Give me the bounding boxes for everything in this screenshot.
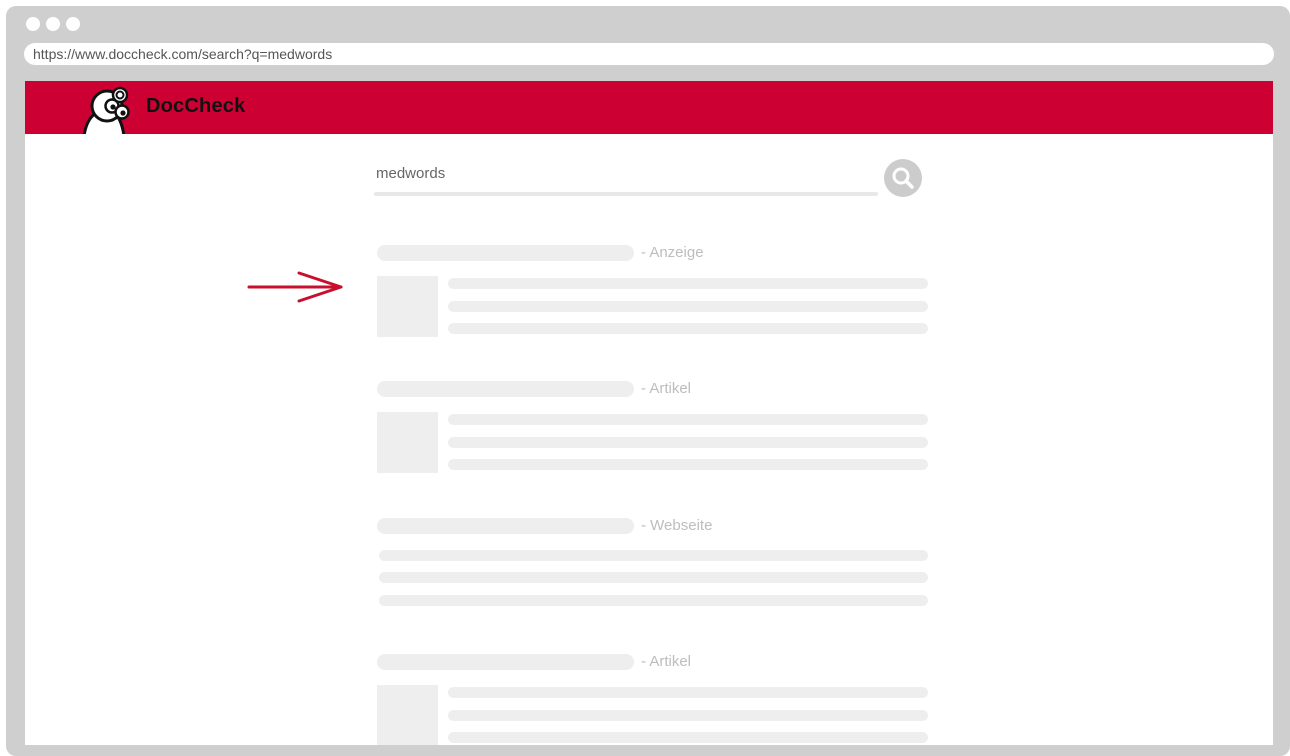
result-text-line — [448, 437, 928, 448]
result-text-line — [379, 572, 928, 583]
search-icon — [892, 167, 914, 189]
result-type-label: - Artikel — [641, 380, 692, 397]
result-title-placeholder[interactable] — [377, 654, 634, 670]
result-title-placeholder[interactable] — [377, 518, 634, 534]
brand-name[interactable]: DocCheck — [146, 95, 245, 118]
doccheck-mascot-icon[interactable] — [80, 86, 140, 134]
search-input-underline — [374, 192, 878, 196]
page-viewport: DocCheck - Anzeige — [25, 81, 1273, 745]
result-text-line — [448, 323, 928, 334]
search-button[interactable] — [884, 159, 922, 197]
result-text-line — [448, 710, 928, 721]
result-thumbnail[interactable] — [377, 412, 438, 473]
window-dot-maximize[interactable] — [66, 17, 80, 31]
window-controls — [26, 17, 80, 31]
result-type-label: - Webseite — [641, 517, 713, 534]
result-type-label: - Anzeige — [641, 244, 704, 261]
result-text-line — [448, 459, 928, 470]
result-text-line — [448, 732, 928, 743]
result-title-placeholder[interactable] — [377, 381, 634, 397]
result-thumbnail[interactable] — [377, 685, 438, 745]
result-title-placeholder[interactable] — [377, 245, 634, 261]
search-area — [374, 159, 924, 199]
address-bar[interactable]: https://www.doccheck.com/search?q=medwor… — [24, 43, 1274, 65]
result-text-line — [448, 687, 928, 698]
search-input[interactable] — [374, 159, 880, 187]
window-dot-minimize[interactable] — [46, 17, 60, 31]
result-thumbnail[interactable] — [377, 276, 438, 337]
browser-window: https://www.doccheck.com/search?q=medwor… — [6, 6, 1290, 756]
result-text-line — [448, 278, 928, 289]
result-text-line — [448, 414, 928, 425]
window-dot-close[interactable] — [26, 17, 40, 31]
site-header: DocCheck — [25, 81, 1273, 134]
result-text-line — [379, 595, 928, 606]
result-text-line — [379, 550, 928, 561]
arrow-right-icon — [247, 271, 343, 303]
result-type-label: - Artikel — [641, 653, 692, 670]
result-text-line — [448, 301, 928, 312]
